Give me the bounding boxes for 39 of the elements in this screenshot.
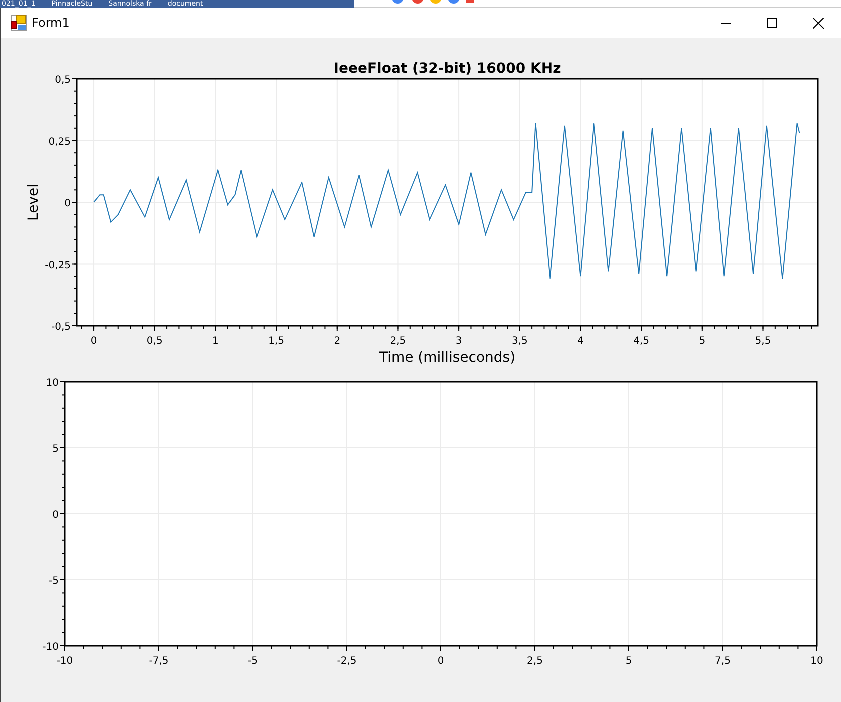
y-tick-label: 0 xyxy=(64,198,71,210)
x-tick-label: 0 xyxy=(90,336,98,347)
y-tick-label: -5 xyxy=(49,576,59,587)
y-axis-label: Level xyxy=(26,184,42,221)
y-tick-label: 0,25 xyxy=(48,136,71,148)
x-tick-label: 1 xyxy=(212,336,219,347)
minimize-icon xyxy=(721,22,731,24)
y-tick-label: -0,5 xyxy=(51,322,71,333)
y-tick-label: -10 xyxy=(42,642,59,653)
x-tick-label: 7,5 xyxy=(715,656,731,667)
x-tick-label: 2,5 xyxy=(390,336,406,347)
x-tick-label: 5,5 xyxy=(755,336,772,347)
x-tick-label: 10 xyxy=(810,656,824,667)
app-icon xyxy=(11,15,27,31)
window-title: Form1 xyxy=(32,16,70,30)
x-tick-label: -10 xyxy=(56,656,74,667)
x-tick-label: 3,5 xyxy=(512,336,528,347)
y-tick-label: -0,25 xyxy=(45,260,71,272)
close-icon xyxy=(812,18,824,28)
x-axis-label: Time (milliseconds) xyxy=(379,350,516,365)
x-tick-label: 4 xyxy=(578,336,584,347)
x-tick-label: 2,5 xyxy=(527,656,543,667)
x-tick-label: 5 xyxy=(699,336,706,347)
x-tick-label: 0,5 xyxy=(146,336,163,347)
maximize-icon xyxy=(767,18,777,28)
x-tick-label: 3 xyxy=(456,336,462,347)
y-tick-label: 0 xyxy=(52,510,59,521)
x-tick-label: -5 xyxy=(248,656,258,667)
x-tick-label: -7,5 xyxy=(149,656,169,667)
chart-title: IeeeFloat (32-bit) 16000 KHz xyxy=(334,61,562,77)
x-tick-label: 5 xyxy=(626,656,632,667)
y-tick-label: 0,5 xyxy=(55,75,71,86)
y-tick-label: 5 xyxy=(52,444,59,455)
x-tick-label: 4,5 xyxy=(634,336,650,347)
y-tick-label: 10 xyxy=(46,378,59,389)
x-tick-label: -2,5 xyxy=(337,656,357,667)
x-tick-label: 1,5 xyxy=(268,336,284,347)
x-tick-label: 2 xyxy=(334,336,341,347)
x-tick-label: 0 xyxy=(438,656,444,667)
